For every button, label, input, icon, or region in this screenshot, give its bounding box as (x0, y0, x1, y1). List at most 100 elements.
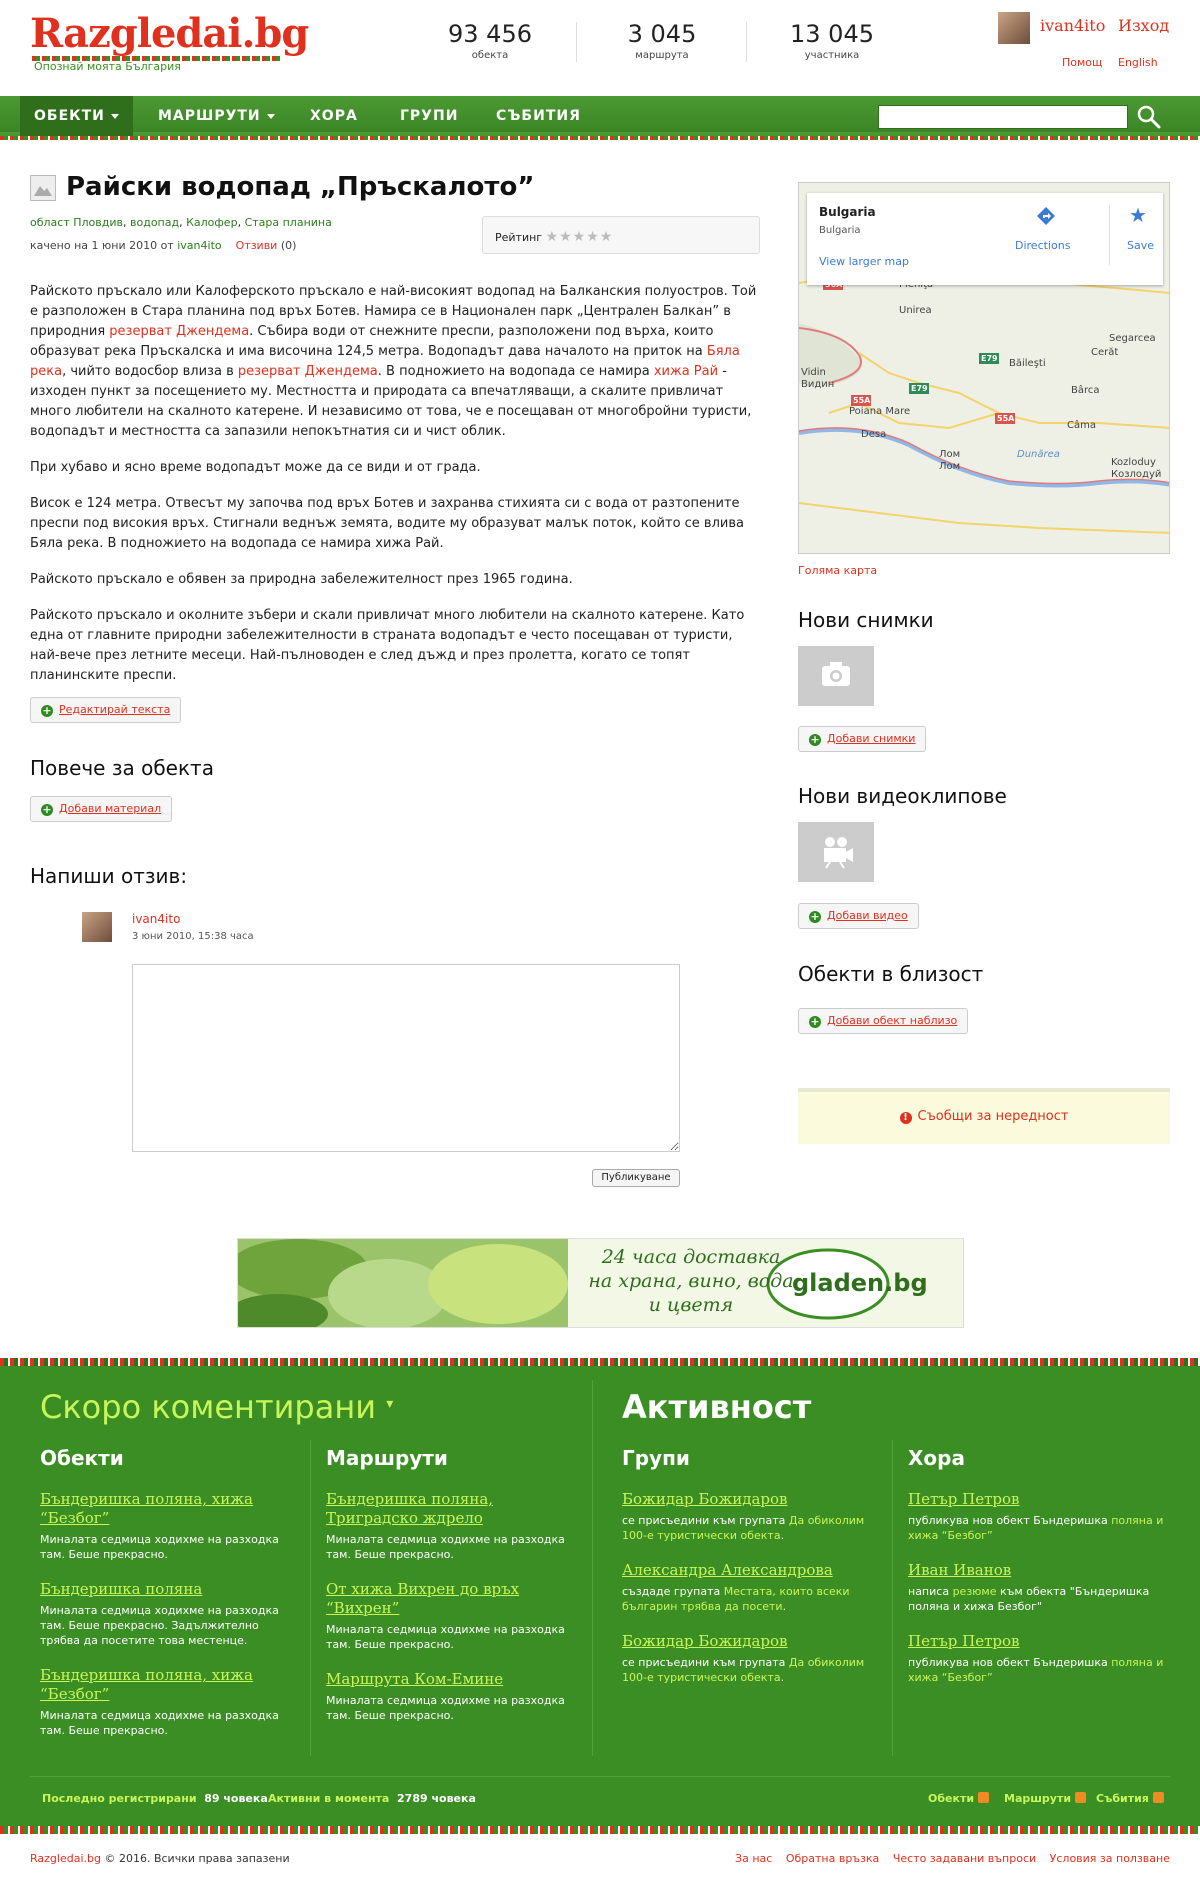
nav-people[interactable]: ХОРА (296, 96, 372, 136)
route-link[interactable]: Бъндеришка поляна, Тригрaдско ждрело (326, 1490, 493, 1527)
nav-label: ХОРА (310, 108, 358, 124)
nav-groups[interactable]: ГРУПИ (386, 96, 472, 136)
list-item: Бъндеришка поляна, хижа “Безбог” Миналата… (40, 1490, 290, 1562)
rating-label: Рейтинг (495, 231, 543, 244)
report-link[interactable]: Съобщи за нередност (918, 1109, 1069, 1124)
add-nearby-button[interactable]: + Добави обект наблизо (798, 1008, 969, 1034)
logout-link[interactable]: Изход (1118, 16, 1169, 35)
route-link[interactable]: Маршрута Ком-Емине (326, 1670, 503, 1688)
page-title: Райски водопад „Пръскалото” (66, 172, 535, 202)
map-info-card: Bulgaria Bulgaria View larger map Direct… (807, 193, 1163, 285)
edit-text-button[interactable]: + Редактирай текста (30, 697, 182, 723)
text: . (780, 1671, 785, 1684)
search-icon[interactable] (1136, 104, 1162, 130)
directions-icon[interactable] (1035, 205, 1057, 227)
reserve-link[interactable]: резерват Джендема (238, 364, 378, 379)
save-map-link[interactable]: Save (1127, 239, 1154, 252)
plus-icon: + (809, 733, 821, 746)
active-now-link[interactable]: Активни в момента (268, 1792, 389, 1805)
add-material-button[interactable]: + Добави материал (30, 796, 173, 822)
about-link[interactable]: За нас (735, 1852, 772, 1865)
reserve-link[interactable]: резерват Джендема (109, 324, 249, 339)
road-label: E79 (911, 384, 928, 393)
copyright: Razgledai.bg © 2016. Всички права запазе… (30, 1852, 290, 1865)
copyright-text: © 2016. Всички права запазени (100, 1852, 290, 1865)
rss-link[interactable]: Обекти (928, 1792, 974, 1805)
footer-routes-title: Маршрути (326, 1446, 448, 1470)
view-larger-map-link[interactable]: View larger map (819, 255, 909, 268)
rating-stars[interactable]: ★★★★★ (546, 229, 614, 245)
user-link[interactable]: Петър Петров (908, 1632, 1020, 1650)
rss-objects[interactable]: Обекти (928, 1792, 990, 1805)
user-link[interactable]: Божидар Божидаров (622, 1490, 788, 1508)
plus-icon: + (809, 1015, 821, 1028)
rss-icon (1152, 1792, 1164, 1803)
user-link[interactable]: Божидар Божидаров (622, 1632, 788, 1650)
reviews-count: (0) (280, 239, 297, 252)
home-link[interactable]: Razgledai.bg (30, 1852, 101, 1865)
activity-title: Активност (622, 1388, 812, 1426)
button-label: Добави обект наблизо (827, 1014, 958, 1027)
faq-link[interactable]: Често задавани въпроси (893, 1852, 1036, 1865)
button-label: Добави видео (827, 909, 908, 922)
rss-link[interactable]: Маршрути (1004, 1792, 1071, 1805)
footer-people-title: Хора (908, 1446, 965, 1470)
text: . (780, 1529, 785, 1542)
recent-comments-title[interactable]: Скоро коментирани ▾ (40, 1388, 393, 1426)
comment-text: Миналата седмица ходихме на разходка там… (40, 1533, 279, 1561)
object-link[interactable]: Бъндеришка поляна (40, 1580, 202, 1598)
search-input[interactable] (878, 105, 1128, 129)
last-registered-link[interactable]: Последно регистрирани (42, 1792, 197, 1805)
ad-banner[interactable]: 24 часа доставка на храна, вино, вода и … (237, 1238, 964, 1328)
review-user-link[interactable]: ivan4ito (132, 912, 180, 926)
username-link[interactable]: ivan4ito (1040, 16, 1105, 35)
crumb-link[interactable]: Стара планина (245, 216, 332, 229)
big-map-link[interactable]: Голяма карта (798, 564, 877, 577)
english-link[interactable]: English (1118, 56, 1158, 69)
crumb-link[interactable]: Калофер (186, 216, 237, 229)
site-logo[interactable]: Razgledai.bg (30, 10, 309, 57)
review-textarea[interactable] (132, 964, 680, 1152)
star-icon[interactable]: ★ (1129, 203, 1147, 227)
object-link[interactable]: Бъндеришка поляна, хижа “Безбог” (40, 1666, 253, 1703)
map-label: Cerăt (1091, 347, 1118, 358)
terms-link[interactable]: Условия за ползване (1050, 1852, 1170, 1865)
title-text: Скоро коментирани (40, 1388, 377, 1426)
hut-link[interactable]: хижа Рай (654, 364, 718, 379)
uploader-link[interactable]: ivan4ito (177, 239, 221, 252)
crumb-link[interactable]: област Пловдив (30, 216, 123, 229)
nav-routes[interactable]: МАРШРУТИ (144, 96, 289, 136)
map-widget[interactable]: Pleniţa Unirea Segarcea Cerăt Băileşti V… (798, 182, 1170, 554)
upload-meta: качено на 1 юни 2010 от ivan4ito Отзиви … (30, 239, 296, 252)
rss-events[interactable]: Събития (1096, 1792, 1164, 1805)
publish-button[interactable]: Публикуване (592, 1169, 680, 1187)
footer-objects-title: Обекти (40, 1446, 124, 1470)
active-now-count: 2789 човека (397, 1792, 476, 1805)
nav-objects[interactable]: ОБЕКТИ (20, 96, 133, 136)
video-placeholder[interactable] (798, 822, 874, 882)
rss-link[interactable]: Събития (1096, 1792, 1149, 1805)
object-link[interactable]: Бъндеришка поляна, хижа “Безбог” (40, 1490, 253, 1527)
help-link[interactable]: Помощ (1062, 56, 1102, 69)
paragraph: Райското пръскало е обявен за природна з… (30, 572, 573, 587)
user-link[interactable]: Петър Петров (908, 1490, 1020, 1508)
route-link[interactable]: От хижа Вихрен до връх “Вихрен” (326, 1580, 519, 1617)
divider (892, 1440, 893, 1756)
reviews-link[interactable]: Отзиви (236, 239, 278, 252)
review-section-title: Напиши отзив: (30, 864, 188, 888)
user-link[interactable]: Александра Александрова (622, 1561, 833, 1579)
list-item: Маршрута Ком-Емине Миналата седмица ходих… (326, 1670, 576, 1723)
user-avatar[interactable] (998, 12, 1030, 44)
user-link[interactable]: Иван Иванов (908, 1561, 1011, 1579)
feedback-link[interactable]: Обратна връзка (786, 1852, 879, 1865)
photo-placeholder[interactable] (798, 646, 874, 706)
add-video-button[interactable]: + Добави видео (798, 903, 919, 929)
text: се присъедини към групата (622, 1656, 789, 1669)
directions-link[interactable]: Directions (1015, 239, 1070, 252)
nav-events[interactable]: СЪБИТИЯ (482, 96, 595, 136)
comment-text: Миналата седмица ходихме на разходка там… (326, 1623, 565, 1651)
summary-link[interactable]: резюме (953, 1585, 997, 1598)
rss-routes[interactable]: Маршрути (1004, 1792, 1087, 1805)
crumb-link[interactable]: водопад (130, 216, 179, 229)
add-photos-button[interactable]: + Добави снимки (798, 726, 927, 752)
